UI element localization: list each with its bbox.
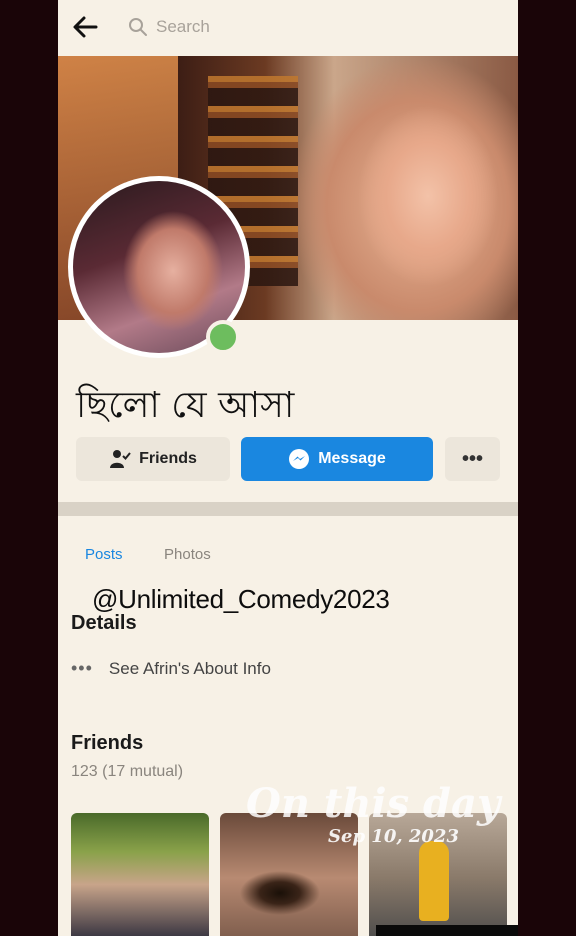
friends-heading: Friends — [71, 732, 144, 754]
search-icon — [129, 18, 147, 36]
about-info-label: See Afrin's About Info — [108, 658, 271, 678]
details-heading: Details — [71, 612, 137, 634]
top-bar: Search — [58, 0, 518, 56]
friend-thumbnail[interactable] — [71, 813, 209, 936]
more-options-button[interactable]: ••• — [445, 437, 500, 481]
section-divider — [58, 502, 518, 516]
on-this-day-title: On this day — [246, 780, 501, 827]
about-info-link[interactable]: ••• See Afrin's About Info — [71, 658, 271, 679]
on-this-day-date: Sep 10, 2023 — [328, 826, 459, 847]
watermark-handle: @Unlimited_Comedy2023 — [92, 584, 390, 614]
tab-photos[interactable]: Photos — [164, 546, 211, 563]
friends-button-label: Friends — [139, 450, 197, 467]
bottom-strip — [376, 925, 518, 936]
tab-posts[interactable]: Posts — [85, 546, 123, 563]
friends-button[interactable]: Friends — [76, 437, 230, 481]
profile-name: ছিলো যে আসা — [76, 385, 295, 426]
search-bar[interactable]: Search — [128, 14, 210, 40]
search-placeholder: Search — [156, 17, 210, 36]
more-icon: ••• — [461, 447, 483, 470]
friends-count: 123 (17 mutual) — [71, 763, 184, 780]
friend-check-icon — [110, 450, 131, 468]
ellipsis-icon: ••• — [71, 658, 93, 678]
back-arrow-icon[interactable] — [70, 12, 100, 42]
message-button[interactable]: Message — [241, 437, 433, 481]
messenger-icon — [289, 449, 310, 469]
message-button-label: Message — [318, 450, 386, 467]
online-status-dot — [206, 320, 240, 354]
